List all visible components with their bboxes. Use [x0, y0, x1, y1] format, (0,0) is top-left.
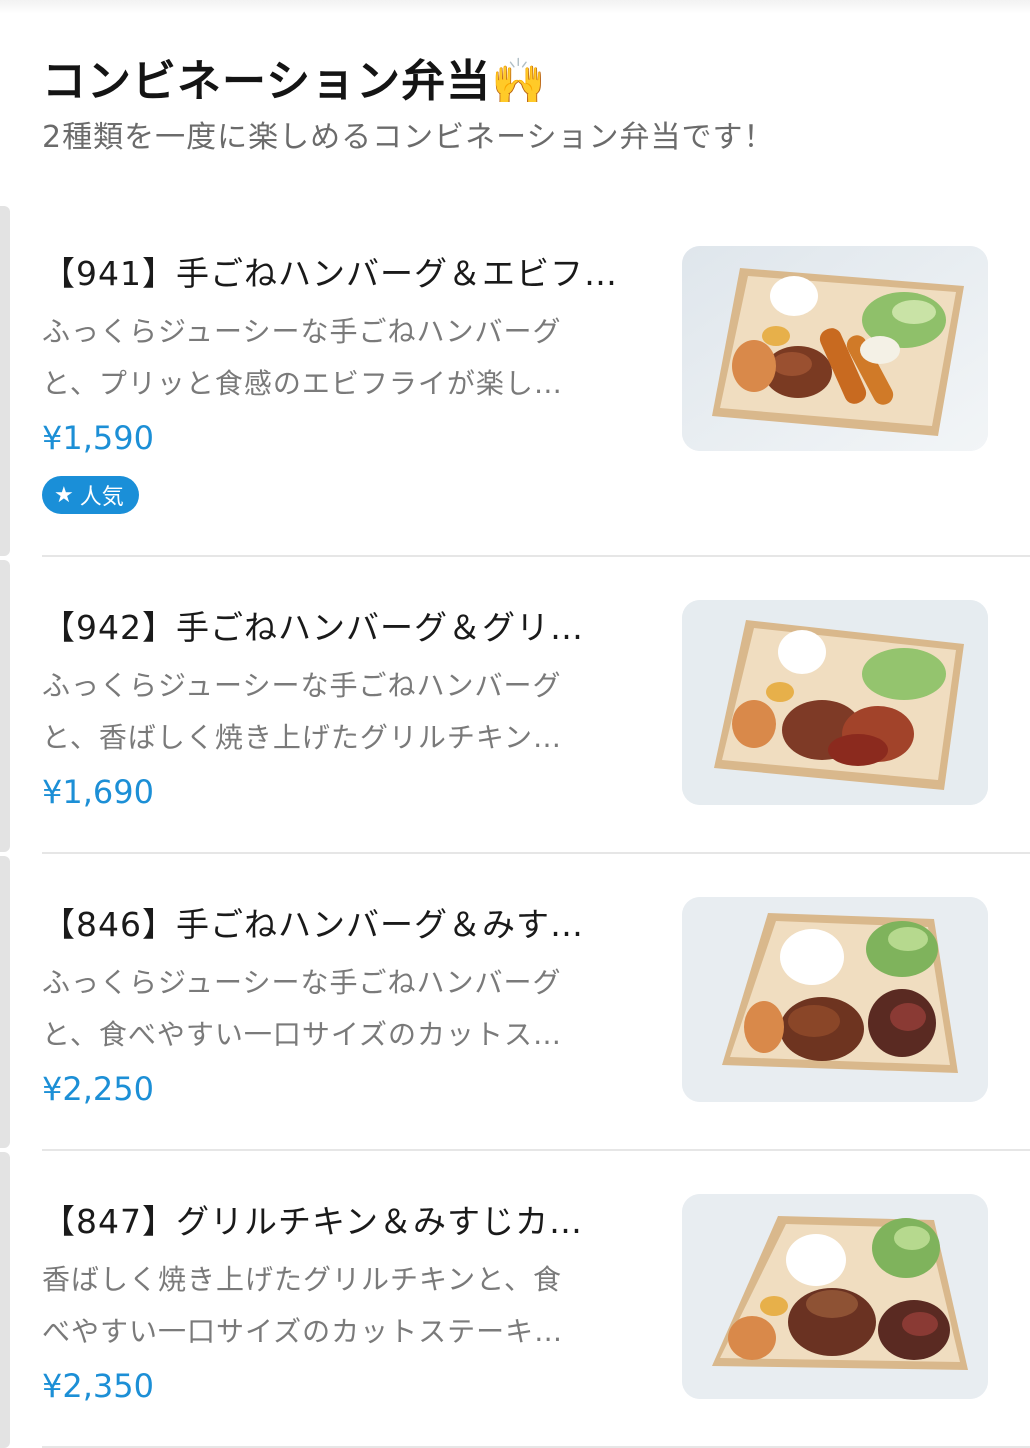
bento-image: [682, 1194, 988, 1399]
section-title: コンビネーション弁当🙌: [42, 56, 547, 107]
section-subtitle: 2種類を一度に楽しめるコンビネーション弁当です！: [42, 120, 775, 155]
bento-image: [682, 600, 988, 805]
menu-item-name: 【941】手ごねハンバーグ＆エビフ…: [42, 254, 618, 293]
top-edge-shadow: [0, 0, 1030, 14]
menu-item-price: ¥2,350: [42, 1367, 154, 1405]
menu-item[interactable]: 【846】手ごねハンバーグ＆みす… ふっくらジューシーな手ごねハンバーグ と、食…: [42, 897, 1030, 1137]
menu-item-text: 【846】手ごねハンバーグ＆みす… ふっくらジューシーな手ごねハンバーグ と、食…: [42, 903, 657, 1115]
menu-item-description-line: ふっくらジューシーな手ごねハンバーグ: [42, 669, 562, 702]
item-divider: [42, 852, 1030, 854]
menu-item-text: 【942】手ごねハンバーグ＆グリ… ふっくらジューシーな手ごねハンバーグ と、香…: [42, 606, 657, 818]
item-rail: [0, 1152, 10, 1448]
menu-item-description-line: と、食べやすい一口サイズのカットス…: [42, 1018, 563, 1051]
menu-item-image[interactable]: [682, 1194, 988, 1399]
menu-item-description-line: べやすい一口サイズのカットステーキ…: [42, 1315, 564, 1348]
item-rail: [0, 560, 10, 852]
menu-item-name: 【942】手ごねハンバーグ＆グリ…: [42, 608, 584, 647]
menu-item-name: 【846】手ごねハンバーグ＆みす…: [42, 905, 584, 944]
item-divider: [42, 555, 1030, 557]
bento-image: [682, 246, 988, 451]
menu-page: コンビネーション弁当🙌 2種類を一度に楽しめるコンビネーション弁当です！ 【94…: [0, 0, 1030, 1448]
menu-item[interactable]: 【847】グリルチキン＆みすじカ… 香ばしく焼き上げたグリルチキンと、食 べやす…: [42, 1194, 1030, 1434]
menu-item-description: ふっくらジューシーな手ごねハンバーグ と、食べやすい一口サイズのカットス…: [42, 957, 657, 1061]
menu-item[interactable]: 【941】手ごねハンバーグ＆エビフ… ふっくらジューシーな手ごねハンバーグ と、…: [42, 246, 1030, 546]
menu-item-text: 【941】手ごねハンバーグ＆エビフ… ふっくらジューシーな手ごねハンバーグ と、…: [42, 252, 657, 514]
menu-item-description: ふっくらジューシーな手ごねハンバーグ と、プリッと食感のエビフライが楽し…: [42, 306, 657, 410]
bento-image: [682, 897, 988, 1102]
menu-item-price: ¥2,250: [42, 1070, 154, 1108]
menu-item-description: 香ばしく焼き上げたグリルチキンと、食 べやすい一口サイズのカットステーキ…: [42, 1254, 657, 1358]
menu-item-text: 【847】グリルチキン＆みすじカ… 香ばしく焼き上げたグリルチキンと、食 べやす…: [42, 1200, 657, 1412]
menu-item-image[interactable]: [682, 897, 988, 1102]
menu-item-price: ¥1,690: [42, 773, 154, 811]
menu-item-description: ふっくらジューシーな手ごねハンバーグ と、香ばしく焼き上げたグリルチキン…: [42, 660, 657, 764]
menu-item-description-line: と、香ばしく焼き上げたグリルチキン…: [42, 721, 563, 754]
item-rail: [0, 856, 10, 1148]
popular-badge-label: 人気: [79, 485, 124, 510]
section-header: コンビネーション弁当🙌 2種類を一度に楽しめるコンビネーション弁当です！: [42, 52, 1002, 158]
menu-item-name: 【847】グリルチキン＆みすじカ…: [42, 1202, 583, 1241]
menu-item-image[interactable]: [682, 600, 988, 805]
item-divider: [42, 1149, 1030, 1151]
star-icon: ★: [54, 482, 74, 508]
menu-item-price: ¥1,590: [42, 419, 154, 457]
popular-badge: ★ 人気: [42, 476, 139, 514]
item-rail: [0, 206, 10, 556]
menu-item-description-line: ふっくらジューシーな手ごねハンバーグ: [42, 966, 562, 999]
menu-item-description-line: と、プリッと食感のエビフライが楽し…: [42, 367, 563, 400]
menu-item[interactable]: 【942】手ごねハンバーグ＆グリ… ふっくらジューシーな手ごねハンバーグ と、香…: [42, 600, 1030, 840]
menu-item-description-line: 香ばしく焼き上げたグリルチキンと、食: [42, 1263, 563, 1296]
menu-item-image[interactable]: [682, 246, 988, 451]
menu-item-description-line: ふっくらジューシーな手ごねハンバーグ: [42, 315, 562, 348]
